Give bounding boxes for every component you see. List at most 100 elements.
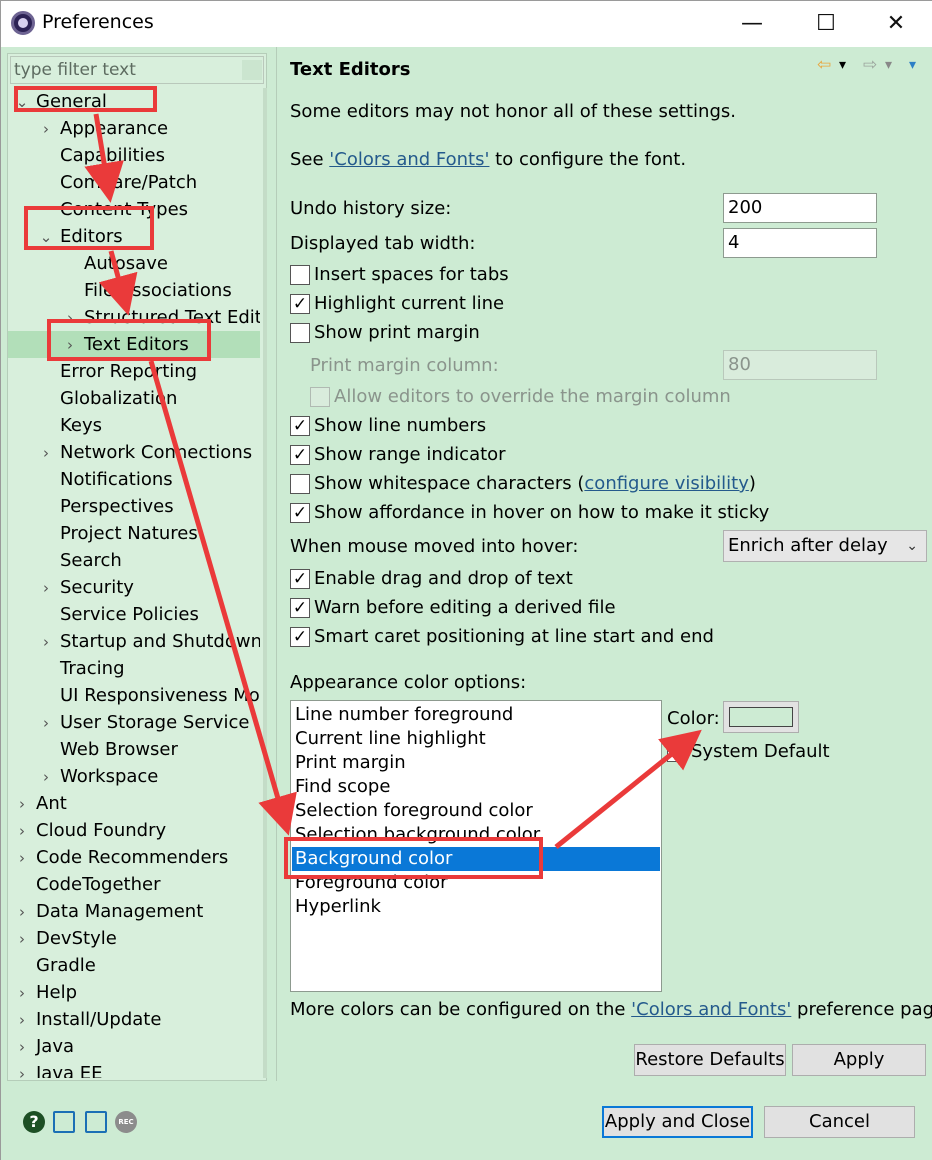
tree-item[interactable]: Perspectives [8, 493, 260, 520]
smart-caret-checkbox[interactable]: ✓ [290, 627, 310, 647]
show-affordance-checkbox[interactable]: ✓ [290, 503, 310, 523]
color-option-item[interactable]: Find scope [292, 775, 660, 799]
chevron-right-icon[interactable]: › [14, 791, 30, 818]
chevron-right-icon[interactable]: › [14, 845, 30, 872]
close-button[interactable]: ✕ [881, 9, 911, 39]
tree-item-label: Autosave [84, 253, 168, 274]
chevron-right-icon[interactable]: › [14, 899, 30, 926]
tree-item-label: Project Natures [60, 523, 198, 544]
chevron-right-icon[interactable]: › [14, 1061, 30, 1078]
tree-item[interactable]: Search [8, 547, 260, 574]
tree-item[interactable]: Project Natures [8, 520, 260, 547]
tree-item[interactable]: Error Reporting [8, 358, 260, 385]
tree-item[interactable]: › Java EE [8, 1060, 260, 1078]
tree-item[interactable]: Notifications [8, 466, 260, 493]
show-print-margin-checkbox[interactable] [290, 323, 310, 343]
tree-item[interactable]: › Java [8, 1033, 260, 1060]
chevron-right-icon[interactable]: › [14, 818, 30, 845]
tree-item-label: DevStyle [36, 928, 117, 949]
tree-item-label: CodeTogether [36, 874, 161, 895]
tree-scrollbar[interactable] [263, 88, 267, 1078]
tree-item[interactable]: › Startup and Shutdown [8, 628, 260, 655]
tree-item[interactable]: › Install/Update [8, 1006, 260, 1033]
color-swatch [729, 707, 793, 727]
system-default-checkbox[interactable] [667, 742, 687, 762]
tree-item[interactable]: Tracing [8, 655, 260, 682]
tree-item[interactable]: › Network Connections [8, 439, 260, 466]
back-arrow-icon[interactable]: ⇦ [817, 55, 831, 75]
hover-mode-select[interactable]: Enrich after delay ⌄ [723, 530, 927, 562]
chevron-right-icon[interactable]: › [14, 1007, 30, 1034]
view-menu-icon[interactable]: ▾ [909, 57, 916, 73]
tree-item[interactable]: › Data Management [8, 898, 260, 925]
tree-item[interactable]: › Cloud Foundry [8, 817, 260, 844]
color-option-item[interactable]: Current line highlight [292, 727, 660, 751]
tree-item-label: User Storage Service [60, 712, 250, 733]
show-whitespace-checkbox[interactable] [290, 474, 310, 494]
export-icon[interactable] [85, 1111, 107, 1133]
undo-history-field[interactable]: 200 [723, 193, 877, 223]
configure-visibility-link[interactable]: configure visibility [584, 473, 748, 494]
back-dropdown-icon[interactable]: ▾ [839, 57, 846, 73]
filter-clear-icon[interactable] [242, 60, 262, 80]
import-icon[interactable] [53, 1111, 75, 1133]
insert-spaces-checkbox[interactable] [290, 265, 310, 285]
color-option-item[interactable]: Selection foreground color [292, 799, 660, 823]
tree-item[interactable]: File Associations [8, 277, 260, 304]
chevron-right-icon[interactable]: › [38, 764, 54, 791]
tree-item-label: UI Responsiveness Mor [60, 685, 260, 706]
hover-mode-label: When mouse moved into hover: [290, 536, 579, 557]
drag-drop-checkbox[interactable]: ✓ [290, 569, 310, 589]
tree-item[interactable]: Gradle [8, 952, 260, 979]
warn-derived-label: Warn before editing a derived file [314, 597, 616, 618]
tree-item[interactable]: Keys [8, 412, 260, 439]
tree-item[interactable]: Capabilities [8, 142, 260, 169]
show-range-checkbox[interactable]: ✓ [290, 445, 310, 465]
tree-item[interactable]: Service Policies [8, 601, 260, 628]
tree-item[interactable]: › Help [8, 979, 260, 1006]
more-colors-link[interactable]: 'Colors and Fonts' [631, 999, 791, 1020]
tree-item[interactable]: › Workspace [8, 763, 260, 790]
tree-item-label: Keys [60, 415, 103, 436]
colors-and-fonts-link[interactable]: 'Colors and Fonts' [329, 149, 489, 170]
apply-and-close-button[interactable]: Apply and Close [602, 1106, 753, 1138]
cancel-button[interactable]: Cancel [764, 1106, 915, 1138]
chevron-right-icon[interactable]: › [38, 116, 54, 143]
maximize-button[interactable]: ☐ [811, 9, 841, 39]
tree-item[interactable]: › Ant [8, 790, 260, 817]
warn-derived-checkbox[interactable]: ✓ [290, 598, 310, 618]
color-option-item[interactable]: Print margin [292, 751, 660, 775]
record-icon[interactable]: REC [115, 1111, 137, 1133]
tree-item-label: Globalization [60, 388, 178, 409]
more-colors-suffix: preference page. [797, 999, 932, 1020]
tree-item[interactable]: Web Browser [8, 736, 260, 763]
tab-width-field[interactable]: 4 [723, 228, 877, 258]
show-line-numbers-checkbox[interactable]: ✓ [290, 416, 310, 436]
tree-item[interactable]: › Security [8, 574, 260, 601]
tree-item[interactable]: CodeTogether [8, 871, 260, 898]
chevron-right-icon[interactable]: › [14, 980, 30, 1007]
chevron-right-icon[interactable]: › [38, 440, 54, 467]
chevron-right-icon[interactable]: › [38, 629, 54, 656]
chevron-right-icon[interactable]: › [38, 710, 54, 737]
tree-item[interactable]: › Appearance [8, 115, 260, 142]
tree-item[interactable]: › DevStyle [8, 925, 260, 952]
help-icon[interactable]: ? [23, 1111, 45, 1133]
apply-button[interactable]: Apply [792, 1044, 926, 1076]
tree-item[interactable]: Globalization [8, 385, 260, 412]
tree-item[interactable]: Autosave [8, 250, 260, 277]
color-option-item[interactable]: Line number foreground [292, 703, 660, 727]
color-option-item[interactable]: Hyperlink [292, 895, 660, 919]
tree-item[interactable]: › User Storage Service [8, 709, 260, 736]
tree-item[interactable]: › Code Recommenders [8, 844, 260, 871]
chevron-right-icon[interactable]: › [14, 926, 30, 953]
highlight-line-checkbox[interactable]: ✓ [290, 294, 310, 314]
filter-input[interactable] [10, 56, 264, 84]
chevron-right-icon[interactable]: › [14, 1034, 30, 1061]
tree-item[interactable]: UI Responsiveness Mor [8, 682, 260, 709]
chevron-right-icon[interactable]: › [38, 575, 54, 602]
color-picker-button[interactable] [723, 701, 799, 733]
restore-defaults-button[interactable]: Restore Defaults [634, 1044, 786, 1076]
tree-item[interactable]: Compare/Patch [8, 169, 260, 196]
minimize-button[interactable]: — [737, 9, 767, 39]
